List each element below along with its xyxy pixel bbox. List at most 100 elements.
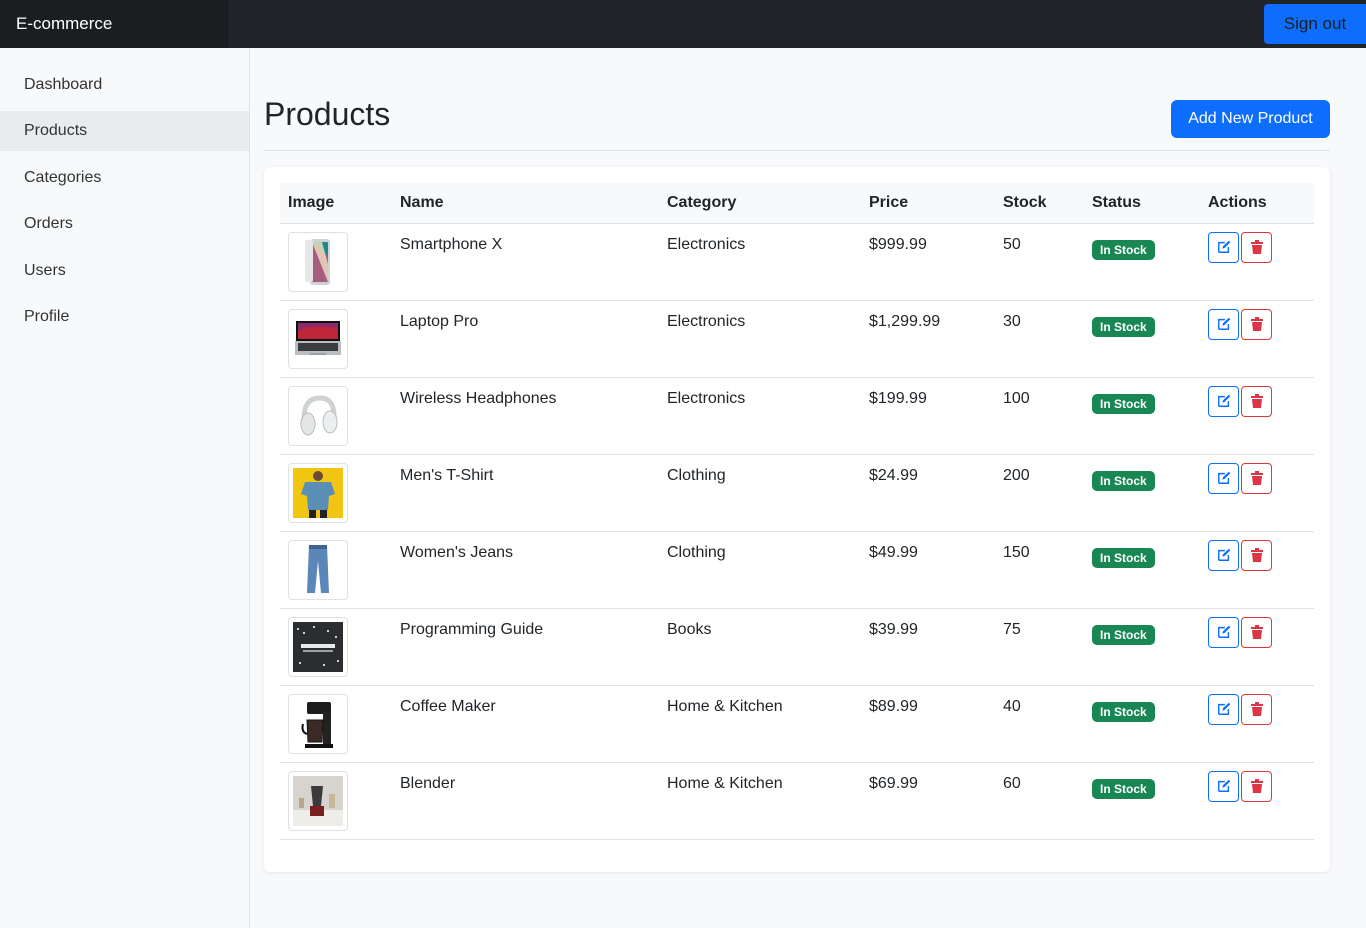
edit-button[interactable]	[1208, 693, 1239, 725]
table-row: Men's T-Shirt Clothing $24.99 200 In Stock	[280, 454, 1314, 532]
sidebar: Dashboard Products Categories Orders Use…	[0, 48, 250, 928]
cell-actions	[1200, 685, 1314, 763]
column-header-status[interactable]: Status	[1084, 183, 1200, 224]
cell-name: Women's Jeans	[392, 531, 659, 609]
edit-icon	[1217, 548, 1231, 562]
cell-price: $999.99	[861, 223, 995, 301]
trash-icon	[1250, 240, 1263, 254]
cell-stock: 100	[995, 377, 1084, 455]
add-new-product-button[interactable]: Add New Product	[1171, 100, 1330, 138]
column-header-price[interactable]: Price	[861, 183, 995, 224]
edit-button[interactable]	[1208, 231, 1239, 263]
table-row: Blender Home & Kitchen $69.99 60 In Stock	[280, 762, 1314, 840]
sidebar-item-profile[interactable]: Profile	[0, 297, 249, 337]
cell-name: Wireless Headphones	[392, 377, 659, 455]
trash-icon	[1250, 702, 1263, 716]
sidebar-item-dashboard[interactable]: Dashboard	[0, 65, 249, 105]
cell-category: Electronics	[659, 377, 861, 455]
page-header: Products Add New Product	[264, 88, 1330, 151]
cell-price: $69.99	[861, 762, 995, 840]
status-badge: In Stock	[1092, 393, 1155, 414]
table-row: Smartphone X Electronics $999.99 50 In Stock	[280, 223, 1314, 301]
status-badge: In Stock	[1092, 547, 1155, 568]
cell-category: Home & Kitchen	[659, 685, 861, 763]
table-row: Wireless Headphones Electronics $199.99 100…	[280, 377, 1314, 455]
column-header-actions: Actions	[1200, 183, 1314, 224]
smartphone-image	[288, 231, 348, 292]
trash-icon	[1250, 317, 1263, 331]
cell-actions	[1200, 223, 1314, 301]
cell-name: Smartphone X	[392, 223, 659, 301]
cell-stock: 40	[995, 685, 1084, 763]
cell-actions	[1200, 531, 1314, 609]
book-image	[288, 616, 348, 677]
edit-button[interactable]	[1208, 616, 1239, 648]
delete-button[interactable]	[1241, 693, 1272, 725]
column-header-stock[interactable]: Stock	[995, 183, 1084, 224]
delete-button[interactable]	[1241, 385, 1272, 417]
delete-button[interactable]	[1241, 231, 1272, 263]
cell-actions	[1200, 300, 1314, 378]
edit-button[interactable]	[1208, 462, 1239, 494]
top-navbar: E-commerce Sign out	[0, 0, 1366, 48]
products-card: Image Name Category Price Stock Status A…	[264, 167, 1330, 872]
brand-logo[interactable]: E-commerce	[0, 0, 228, 48]
cell-image	[280, 608, 392, 686]
cell-image	[280, 531, 392, 609]
cell-category: Clothing	[659, 531, 861, 609]
cell-status: In Stock	[1084, 608, 1200, 686]
cell-category: Home & Kitchen	[659, 762, 861, 840]
trash-icon	[1250, 471, 1263, 485]
column-header-image[interactable]: Image	[280, 183, 392, 224]
cell-stock: 30	[995, 300, 1084, 378]
cell-price: $39.99	[861, 608, 995, 686]
status-badge: In Stock	[1092, 701, 1155, 722]
table-row: Programming Guide Books $39.99 75 In Stock	[280, 608, 1314, 686]
table-header-row: Image Name Category Price Stock Status A…	[280, 183, 1314, 224]
sign-out-button[interactable]: Sign out	[1264, 4, 1366, 44]
edit-button[interactable]	[1208, 385, 1239, 417]
column-header-name[interactable]: Name	[392, 183, 659, 224]
cell-status: In Stock	[1084, 454, 1200, 532]
trash-icon	[1250, 548, 1263, 562]
cell-name: Laptop Pro	[392, 300, 659, 378]
cell-actions	[1200, 454, 1314, 532]
edit-button[interactable]	[1208, 539, 1239, 571]
cell-name: Coffee Maker	[392, 685, 659, 763]
edit-icon	[1217, 471, 1231, 485]
blender-image	[288, 770, 348, 831]
cell-price: $24.99	[861, 454, 995, 532]
cell-image	[280, 300, 392, 378]
edit-button[interactable]	[1208, 308, 1239, 340]
cell-category: Clothing	[659, 454, 861, 532]
cell-price: $89.99	[861, 685, 995, 763]
cell-stock: 200	[995, 454, 1084, 532]
delete-button[interactable]	[1241, 616, 1272, 648]
sidebar-item-users[interactable]: Users	[0, 251, 249, 291]
cell-status: In Stock	[1084, 377, 1200, 455]
edit-icon	[1217, 317, 1231, 331]
cell-image	[280, 762, 392, 840]
cell-stock: 60	[995, 762, 1084, 840]
cell-image	[280, 685, 392, 763]
products-table: Image Name Category Price Stock Status A…	[280, 183, 1314, 840]
cell-price: $199.99	[861, 377, 995, 455]
sidebar-item-categories[interactable]: Categories	[0, 158, 249, 198]
sidebar-item-orders[interactable]: Orders	[0, 204, 249, 244]
cell-price: $1,299.99	[861, 300, 995, 378]
headphones-image	[288, 385, 348, 446]
table-row: Laptop Pro Electronics $1,299.99 30 In Stock	[280, 300, 1314, 378]
delete-button[interactable]	[1241, 462, 1272, 494]
cell-stock: 50	[995, 223, 1084, 301]
sidebar-item-products[interactable]: Products	[0, 111, 249, 152]
status-badge: In Stock	[1092, 624, 1155, 645]
delete-button[interactable]	[1241, 770, 1272, 802]
main-content: Products Add New Product Image Name Cate…	[250, 48, 1366, 928]
cell-actions	[1200, 608, 1314, 686]
edit-button[interactable]	[1208, 770, 1239, 802]
column-header-category[interactable]: Category	[659, 183, 861, 224]
delete-button[interactable]	[1241, 308, 1272, 340]
edit-icon	[1217, 779, 1231, 793]
cell-category: Electronics	[659, 300, 861, 378]
delete-button[interactable]	[1241, 539, 1272, 571]
